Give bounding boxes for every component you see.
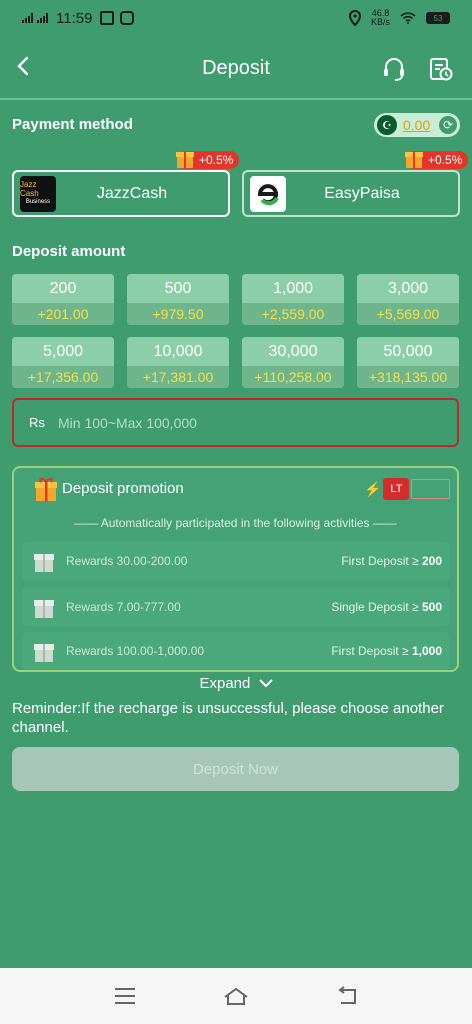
gift-icon <box>34 600 54 618</box>
bonus-badge: +0.5% <box>176 151 240 169</box>
amount-option[interactable]: 30,000 +110,258.00 <box>242 337 344 388</box>
top-bar: Deposit <box>0 38 472 98</box>
limited-time-badge: ⚡ LT <box>364 478 450 500</box>
expand-toggle[interactable]: Expand <box>0 675 472 692</box>
deposit-amount-title: Deposit amount <box>12 243 126 260</box>
amount-input[interactable] <box>58 414 438 431</box>
back-nav-icon[interactable] <box>333 984 361 1008</box>
battery-icon: 53 <box>426 12 450 24</box>
countdown-timer <box>411 479 450 499</box>
method-label: EasyPaisa <box>324 184 400 202</box>
status-time: 11:59 <box>56 9 93 27</box>
amount-option[interactable]: 200 +201.00 <box>12 274 114 325</box>
balance-value: 0.00 <box>403 117 431 133</box>
promotion-title: Deposit promotion <box>62 480 184 497</box>
method-easypaisa[interactable]: EasyPaisa <box>242 170 460 217</box>
amount-option[interactable]: 3,000 +5,569.00 <box>357 274 459 325</box>
deposit-history-icon[interactable] <box>428 56 454 82</box>
wifi-icon <box>400 12 416 24</box>
promotion-row: Rewards 30.00-200.00 First Deposit ≥ 200 <box>22 542 450 580</box>
header-divider <box>0 98 472 100</box>
payment-method-title: Payment method <box>12 116 133 133</box>
amount-option[interactable]: 50,000 +318,135.00 <box>357 337 459 388</box>
message-icon <box>100 11 115 25</box>
amount-option[interactable]: 5,000 +17,356.00 <box>12 337 114 388</box>
reminder-text: Reminder:If the recharge is unsuccessful… <box>12 700 444 736</box>
status-bar: 11:59 46.8 KB/s 53 <box>0 0 472 36</box>
home-icon[interactable] <box>222 984 250 1008</box>
easypaisa-icon <box>257 183 279 205</box>
net-speed: 46.8 KB/s <box>370 8 390 27</box>
app-icon <box>120 11 135 25</box>
deposit-promotion-panel: Deposit promotion ⚡ LT —— Automatically … <box>12 466 459 672</box>
easypaisa-logo <box>250 175 286 212</box>
method-label: JazzCash <box>96 184 168 202</box>
currency-label: Rs <box>29 415 45 430</box>
menu-icon[interactable] <box>111 984 139 1008</box>
jazzcash-logo: Jazz Cash Business <box>20 175 56 212</box>
bonus-badge: +0.5% <box>405 151 469 169</box>
pakistan-flag-icon: ☪ <box>377 115 397 135</box>
signal-icon <box>22 13 33 23</box>
amount-option[interactable]: 10,000 +17,381.00 <box>127 337 229 388</box>
page-title: Deposit <box>202 56 270 79</box>
signal-icon-2 <box>37 13 48 23</box>
gift-icon <box>35 478 57 501</box>
method-jazzcash[interactable]: Jazz Cash Business JazzCash <box>12 170 230 217</box>
amount-input-box: Rs <box>12 398 459 447</box>
promotion-row: Rewards 100.00-1,000.00 First Deposit ≥ … <box>22 632 450 670</box>
amount-option[interactable]: 1,000 +2,559.00 <box>242 274 344 325</box>
system-nav-bar <box>0 968 472 1024</box>
back-icon[interactable] <box>14 54 34 78</box>
gift-icon <box>176 152 194 168</box>
promotion-subtitle: —— Automatically participated in the fol… <box>74 516 397 530</box>
gift-icon <box>405 152 423 168</box>
location-icon <box>348 10 361 26</box>
lightning-icon: ⚡ <box>364 480 382 497</box>
promotion-row: Rewards 7.00-777.00 Single Deposit ≥ 500 <box>22 588 450 626</box>
balance-pill: ☪ 0.00 ⟳ <box>374 113 460 137</box>
deposit-now-button[interactable]: Deposit Now <box>12 747 459 791</box>
refresh-icon[interactable]: ⟳ <box>439 116 457 134</box>
chevron-down-icon <box>258 679 273 688</box>
gift-icon <box>34 644 54 662</box>
customer-service-icon[interactable] <box>381 56 407 82</box>
gift-icon <box>34 554 54 572</box>
amount-option[interactable]: 500 +979.50 <box>127 274 229 325</box>
